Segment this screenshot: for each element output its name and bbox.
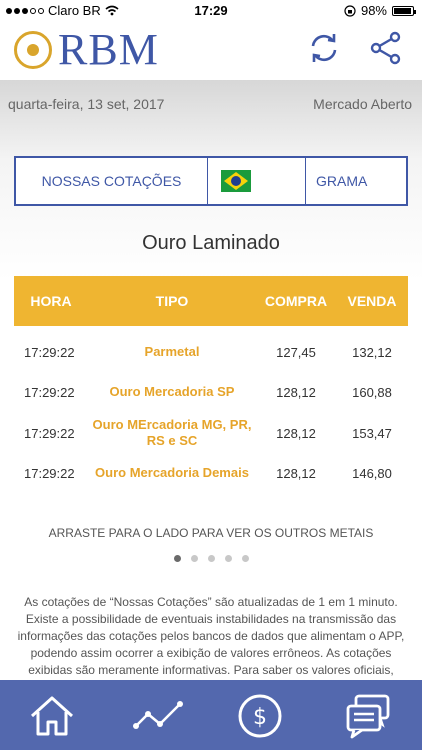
logo-text: RBM <box>58 25 159 74</box>
page-dot-4[interactable] <box>224 555 232 562</box>
header-tipo: TIPO <box>155 293 189 309</box>
row-tipo: Parmetal <box>144 344 200 359</box>
refresh-icon <box>311 34 337 62</box>
row-venda: 146,80 <box>352 465 392 481</box>
share-icon <box>370 31 401 65</box>
main-content: quarta-feira, 13 set, 2017 Mercado Abert… <box>0 80 422 680</box>
row-venda: 132,12 <box>352 344 392 360</box>
table-header: HORA TIPO COMPRA VENDA <box>14 276 408 326</box>
page-dot-3[interactable] <box>207 555 215 562</box>
nav-chart-button[interactable] <box>132 692 183 740</box>
app-header: RBM <box>0 22 422 80</box>
market-status: Mercado Aberto <box>313 96 412 112</box>
row-hora: 17:29:22 <box>24 465 75 481</box>
chat-icon <box>346 694 390 739</box>
line-chart-icon <box>133 701 183 729</box>
page-dot-1[interactable] <box>173 555 181 562</box>
row-compra: 128,12 <box>276 425 316 441</box>
section-title: Ouro Laminado <box>142 232 280 254</box>
page-dot-2[interactable] <box>190 555 198 562</box>
swipe-hint: ARRASTE PARA O LADO PARA VER OS OUTROS M… <box>48 526 374 540</box>
refresh-button[interactable] <box>306 30 342 66</box>
unit-dropdown[interactable]: GRAMA <box>306 158 406 204</box>
table-row: 17:29:22 Parmetal 127,45 132,12 <box>14 332 408 372</box>
page-dot-5[interactable] <box>241 555 249 562</box>
logo-mark-icon <box>14 31 52 69</box>
share-button[interactable] <box>368 30 404 66</box>
nav-chat-button[interactable] <box>344 692 392 740</box>
nav-quotes-button[interactable]: $ <box>236 692 284 740</box>
row-venda: 160,88 <box>352 384 392 400</box>
header-compra: COMPRA <box>264 293 328 309</box>
header-venda: VENDA <box>347 293 397 309</box>
row-hora: 17:29:22 <box>24 344 75 360</box>
selector-label: NOSSAS COTAÇÕES <box>16 158 208 204</box>
quotes-table: HORA TIPO COMPRA VENDA 17:29:22 Parmetal… <box>14 276 408 492</box>
battery-icon <box>392 5 416 16</box>
row-compra: 128,12 <box>276 465 316 481</box>
quote-selector: NOSSAS COTAÇÕES GRAMA <box>14 156 408 206</box>
brazil-flag-icon <box>221 170 251 192</box>
nav-home-button[interactable] <box>28 692 76 740</box>
battery-percent: 98% <box>360 3 387 18</box>
page-indicator[interactable] <box>0 555 422 562</box>
row-compra: 128,12 <box>276 384 316 400</box>
country-dropdown[interactable] <box>208 158 306 204</box>
header-hora: HORA <box>30 293 72 309</box>
row-tipo: Ouro MErcadoria MG, PR, RS e SC <box>92 417 252 448</box>
svg-text:$: $ <box>253 705 267 730</box>
orientation-lock-icon <box>344 4 356 17</box>
row-compra: 127,45 <box>276 344 316 360</box>
row-tipo: Ouro Mercadoria SP <box>109 384 235 399</box>
table-row: 17:29:22 Ouro Mercadoria Demais 128,12 1… <box>14 454 408 492</box>
current-date: quarta-feira, 13 set, 2017 <box>8 96 165 112</box>
status-bar: Claro BR 17:29 98% <box>0 0 422 22</box>
row-venda: 153,47 <box>352 425 392 441</box>
rbm-logo: RBM <box>14 28 159 72</box>
disclaimer-text: As cotações de “Nossas Cotações” são atu… <box>17 595 405 677</box>
row-hora: 17:29:22 <box>24 425 75 441</box>
row-tipo: Ouro Mercadoria Demais <box>95 465 249 480</box>
table-row: 17:29:22 Ouro Mercadoria SP 128,12 160,8… <box>14 372 408 412</box>
status-right: 98% <box>344 3 416 18</box>
home-icon <box>30 696 74 736</box>
dollar-icon: $ <box>238 694 282 738</box>
date-row: quarta-feira, 13 set, 2017 Mercado Abert… <box>8 96 412 112</box>
row-hora: 17:29:22 <box>24 384 75 400</box>
bottom-nav: $ <box>0 680 422 750</box>
table-row: 17:29:22 Ouro MErcadoria MG, PR, RS e SC… <box>14 412 408 454</box>
unit-value: GRAMA <box>316 173 368 189</box>
